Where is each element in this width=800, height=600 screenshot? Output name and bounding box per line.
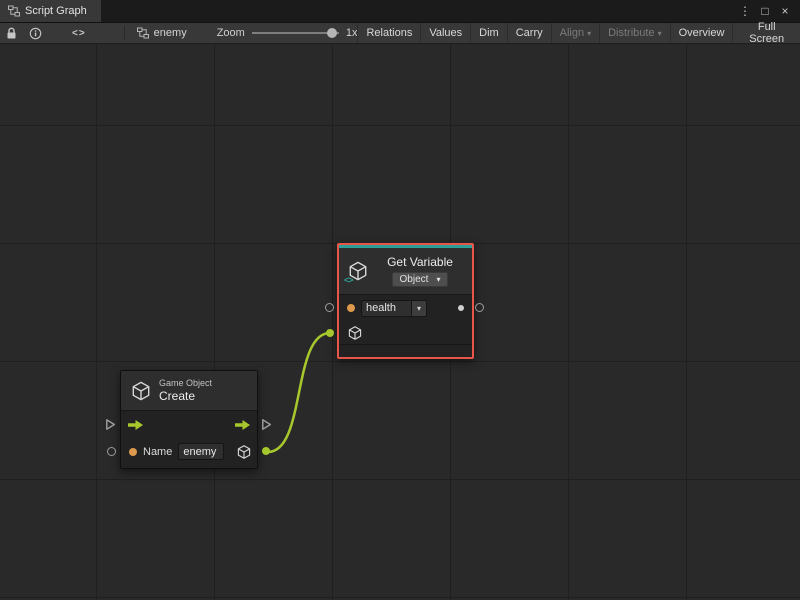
connection-wire[interactable]: [268, 333, 330, 452]
variable-name-row: ▾: [339, 295, 472, 321]
caret-down-icon: ▾: [658, 29, 662, 38]
game-object-output-icon[interactable]: [236, 444, 252, 460]
maximize-icon[interactable]: □: [757, 4, 773, 18]
fullscreen-button[interactable]: Full Screen: [732, 23, 800, 43]
variable-name-input[interactable]: [361, 300, 411, 317]
code-view-icon[interactable]: <>: [72, 28, 86, 39]
control-input-port[interactable]: [105, 418, 116, 436]
game-object-out-port[interactable]: [262, 447, 270, 455]
dim-button[interactable]: Dim: [470, 23, 507, 43]
graph-toolbar: <> enemy Zoom 1x Relations Values Dim Ca…: [0, 22, 800, 44]
control-flow-row: [121, 411, 257, 438]
carry-button[interactable]: Carry: [507, 23, 551, 43]
relations-button[interactable]: Relations: [357, 23, 420, 43]
variable-cube-icon: <>: [347, 260, 369, 282]
script-graph-window: Script Graph ⋮ □ × <> enemy Zoom 1x: [0, 0, 800, 600]
node-title: Create: [159, 389, 212, 403]
name-parameter-row: Name: [121, 438, 257, 465]
info-icon[interactable]: [29, 27, 42, 40]
get-variable-header[interactable]: <> Get Variable Object ▾: [339, 248, 472, 295]
tab-script-graph[interactable]: Script Graph: [0, 0, 101, 22]
variable-name-field-group: ▾: [361, 300, 427, 317]
graph-reference[interactable]: enemy: [137, 27, 187, 39]
create-game-object-node[interactable]: Game Object Create Name: [120, 370, 258, 469]
node-title: Get Variable: [387, 255, 453, 269]
graph-canvas[interactable]: Game Object Create Name: [0, 44, 800, 600]
game-object-icon: [130, 380, 152, 402]
name-input[interactable]: [178, 443, 224, 460]
zoom-slider[interactable]: [252, 27, 339, 39]
zoom-slider-handle[interactable]: [327, 28, 337, 38]
object-input-cube-icon[interactable]: [347, 325, 363, 341]
object-input-row: [339, 321, 472, 344]
graph-name: enemy: [154, 27, 187, 39]
zoom-label: Zoom: [217, 27, 245, 39]
window-controls: ⋮ □ ×: [737, 0, 800, 22]
name-input-port[interactable]: [325, 303, 334, 312]
variable-suggestions-dropdown[interactable]: ▾: [411, 300, 427, 317]
variable-kind-dropdown[interactable]: Object ▾: [392, 272, 449, 287]
control-input-arrow-icon[interactable]: [127, 419, 144, 431]
get-variable-node[interactable]: <> Get Variable Object ▾ ▾: [337, 243, 474, 359]
value-output-dot[interactable]: [458, 305, 464, 311]
toolbar-buttons: Relations Values Dim Carry Align ▾ Distr…: [357, 23, 800, 43]
control-output-arrow-icon[interactable]: [234, 419, 251, 431]
align-button[interactable]: Align ▾: [551, 23, 599, 43]
distribute-label: Distribute: [608, 27, 654, 39]
distribute-button[interactable]: Distribute ▾: [599, 23, 669, 43]
tab-title: Script Graph: [25, 5, 87, 17]
zoom-value: 1x: [346, 27, 358, 39]
script-graph-icon: [8, 5, 20, 17]
lock-icon[interactable]: [6, 27, 17, 40]
caret-down-icon: ▾: [417, 304, 421, 313]
object-input-port[interactable]: [326, 329, 334, 337]
align-label: Align: [560, 27, 584, 39]
name-value-port[interactable]: [107, 447, 116, 456]
values-button[interactable]: Values: [420, 23, 470, 43]
node-category: Game Object: [159, 378, 212, 389]
titlebar: Script Graph ⋮ □ ×: [0, 0, 800, 22]
caret-down-icon: ▾: [436, 275, 440, 284]
overview-button[interactable]: Overview: [670, 23, 733, 43]
zoom-slider-track: [252, 32, 339, 34]
value-output-port[interactable]: [475, 303, 484, 312]
variable-kind-value: Object: [400, 274, 429, 285]
control-output-port[interactable]: [261, 418, 272, 436]
node-footer: [339, 344, 472, 357]
window-menu-icon[interactable]: ⋮: [737, 4, 753, 18]
toolbar-separator: [124, 26, 125, 40]
close-icon[interactable]: ×: [777, 4, 793, 18]
variable-name-port-dot[interactable]: [347, 304, 355, 312]
variable-code-icon: <>: [344, 275, 353, 285]
get-variable-titles: Get Variable Object ▾: [376, 255, 464, 287]
graph-asset-icon: [137, 27, 149, 39]
name-port-dot[interactable]: [129, 448, 137, 456]
caret-down-icon: ▾: [587, 29, 591, 38]
name-port-label: Name: [143, 446, 172, 458]
create-node-titles: Game Object Create: [159, 378, 212, 403]
create-node-header[interactable]: Game Object Create: [121, 371, 257, 411]
